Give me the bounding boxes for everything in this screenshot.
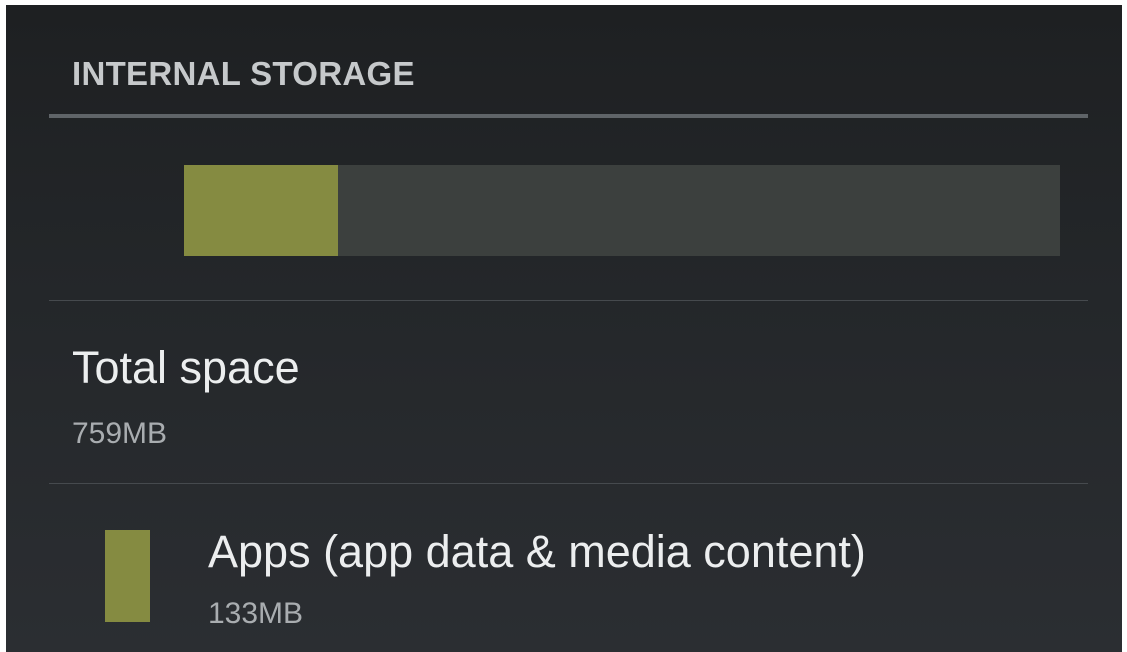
section-header-internal-storage: INTERNAL STORAGE	[72, 55, 415, 92]
list-divider	[49, 300, 1088, 301]
section-header-divider	[49, 114, 1088, 118]
total-space-value: 759MB	[72, 417, 168, 450]
apps-storage-value: 133MB	[208, 597, 304, 630]
apps-color-swatch	[105, 530, 150, 622]
list-divider	[49, 483, 1088, 484]
usage-bar-apps-segment	[184, 165, 339, 256]
apps-storage-label[interactable]: Apps (app data & media content)	[208, 526, 866, 578]
storage-settings-screen: INTERNAL STORAGE Total space 759MB Apps …	[6, 5, 1122, 652]
storage-usage-bar	[184, 165, 1060, 256]
total-space-label: Total space	[72, 342, 300, 393]
